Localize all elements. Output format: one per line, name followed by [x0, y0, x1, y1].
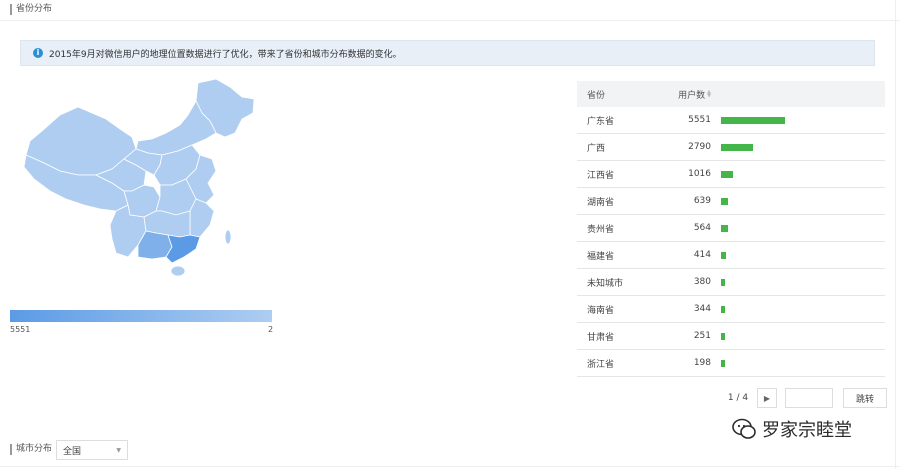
bar-fill [721, 332, 725, 340]
bar-track [721, 332, 871, 340]
cell-users: 639 [693, 196, 711, 206]
info-icon: i [33, 48, 43, 58]
sort-icon[interactable]: ▲ ▼ [707, 90, 711, 99]
cell-province: 广西 [587, 143, 606, 154]
cell-users: 251 [693, 331, 711, 341]
bar-fill [721, 143, 753, 151]
region-guangdong[interactable] [165, 234, 201, 264]
jump-button[interactable]: 跳转 [843, 388, 887, 408]
legend-gradient[interactable] [10, 310, 272, 322]
cell-province: 海南省 [587, 305, 615, 316]
region-southeast-coast[interactable] [189, 198, 215, 238]
bar-track [721, 116, 871, 124]
watermark: 罗家宗睦堂 [732, 416, 852, 442]
bar-fill [721, 116, 785, 124]
divider [0, 20, 900, 21]
section-title: 省份分布 [10, 4, 52, 15]
bar-track [721, 224, 871, 232]
legend-max-label: 5551 [10, 325, 31, 334]
table-header: 省份 用户数 ▲ ▼ [577, 81, 885, 107]
china-map[interactable] [20, 75, 265, 280]
header-users-label: 用户数 [678, 90, 706, 101]
cell-users: 5551 [688, 115, 711, 125]
bar-track [721, 278, 871, 286]
cell-province: 湖南省 [587, 197, 615, 208]
cell-province: 广东省 [587, 116, 615, 127]
table-row: 未知城市 380 [577, 269, 885, 296]
city-scope-select[interactable]: 全国 ▼ [56, 440, 128, 460]
cell-users: 2790 [688, 142, 711, 152]
bar-fill [721, 224, 728, 232]
page-jump-input[interactable] [785, 388, 833, 408]
table-row: 江西省 1016 [577, 161, 885, 188]
page-info: 1 / 4 [727, 393, 749, 403]
region-hainan[interactable] [170, 265, 186, 277]
china-map-svg [23, 78, 255, 277]
pagination: 1 / 4 ▶ 跳转 [725, 388, 887, 408]
city-distribution-label: 城市分布 [10, 444, 52, 455]
bar-fill [721, 251, 726, 259]
chevron-right-icon: ▶ [763, 393, 771, 403]
notice-banner: i 2015年9月对微信用户的地理位置数据进行了优化，带来了省份和城市分布数据的… [20, 40, 875, 66]
cell-province: 甘肃省 [587, 332, 615, 343]
cell-users: 380 [693, 277, 711, 287]
table-row: 海南省 344 [577, 296, 885, 323]
table-row: 福建省 414 [577, 242, 885, 269]
province-table: 省份 用户数 ▲ ▼ 广东省 5551 广西 2790 江西省 1016 湖南省 639 贵州省 5… [577, 81, 885, 377]
divider [0, 466, 900, 467]
bar-fill [721, 170, 733, 178]
divider [895, 0, 896, 469]
bar-track [721, 143, 871, 151]
header-users[interactable]: 用户数 ▲ ▼ [647, 88, 721, 101]
table-row: 广西 2790 [577, 134, 885, 161]
chevron-down-icon: ▼ [116, 447, 121, 454]
cell-users: 1016 [688, 169, 711, 179]
bar-track [721, 305, 871, 313]
city-scope-value: 全国 [63, 446, 82, 457]
table-row: 贵州省 564 [577, 215, 885, 242]
bar-fill [721, 278, 725, 286]
bar-fill [721, 197, 728, 205]
table-row: 浙江省 198 [577, 350, 885, 377]
bar-fill [721, 359, 725, 367]
wechat-icon [732, 418, 756, 439]
cell-province: 未知城市 [587, 278, 624, 289]
cell-province: 贵州省 [587, 224, 615, 235]
notice-text: 2015年9月对微信用户的地理位置数据进行了优化，带来了省份和城市分布数据的变化… [49, 49, 402, 60]
table-row: 甘肃省 251 [577, 323, 885, 350]
header-province: 省份 [587, 90, 606, 101]
watermark-text: 罗家宗睦堂 [762, 420, 852, 441]
table-row: 湖南省 639 [577, 188, 885, 215]
cell-users: 564 [693, 223, 711, 233]
bar-track [721, 170, 871, 178]
bar-track [721, 197, 871, 205]
cell-province: 福建省 [587, 251, 615, 262]
cell-users: 198 [693, 358, 711, 368]
cell-province: 江西省 [587, 170, 615, 181]
bar-fill [721, 305, 725, 313]
region-taiwan[interactable] [224, 229, 232, 245]
cell-users: 344 [693, 304, 711, 314]
next-page-button[interactable]: ▶ [757, 388, 777, 408]
legend-min-label: 2 [268, 325, 274, 334]
cell-province: 浙江省 [587, 359, 615, 370]
bar-track [721, 359, 871, 367]
cell-users: 414 [693, 250, 711, 260]
table-row: 广东省 5551 [577, 107, 885, 134]
bar-track [721, 251, 871, 259]
